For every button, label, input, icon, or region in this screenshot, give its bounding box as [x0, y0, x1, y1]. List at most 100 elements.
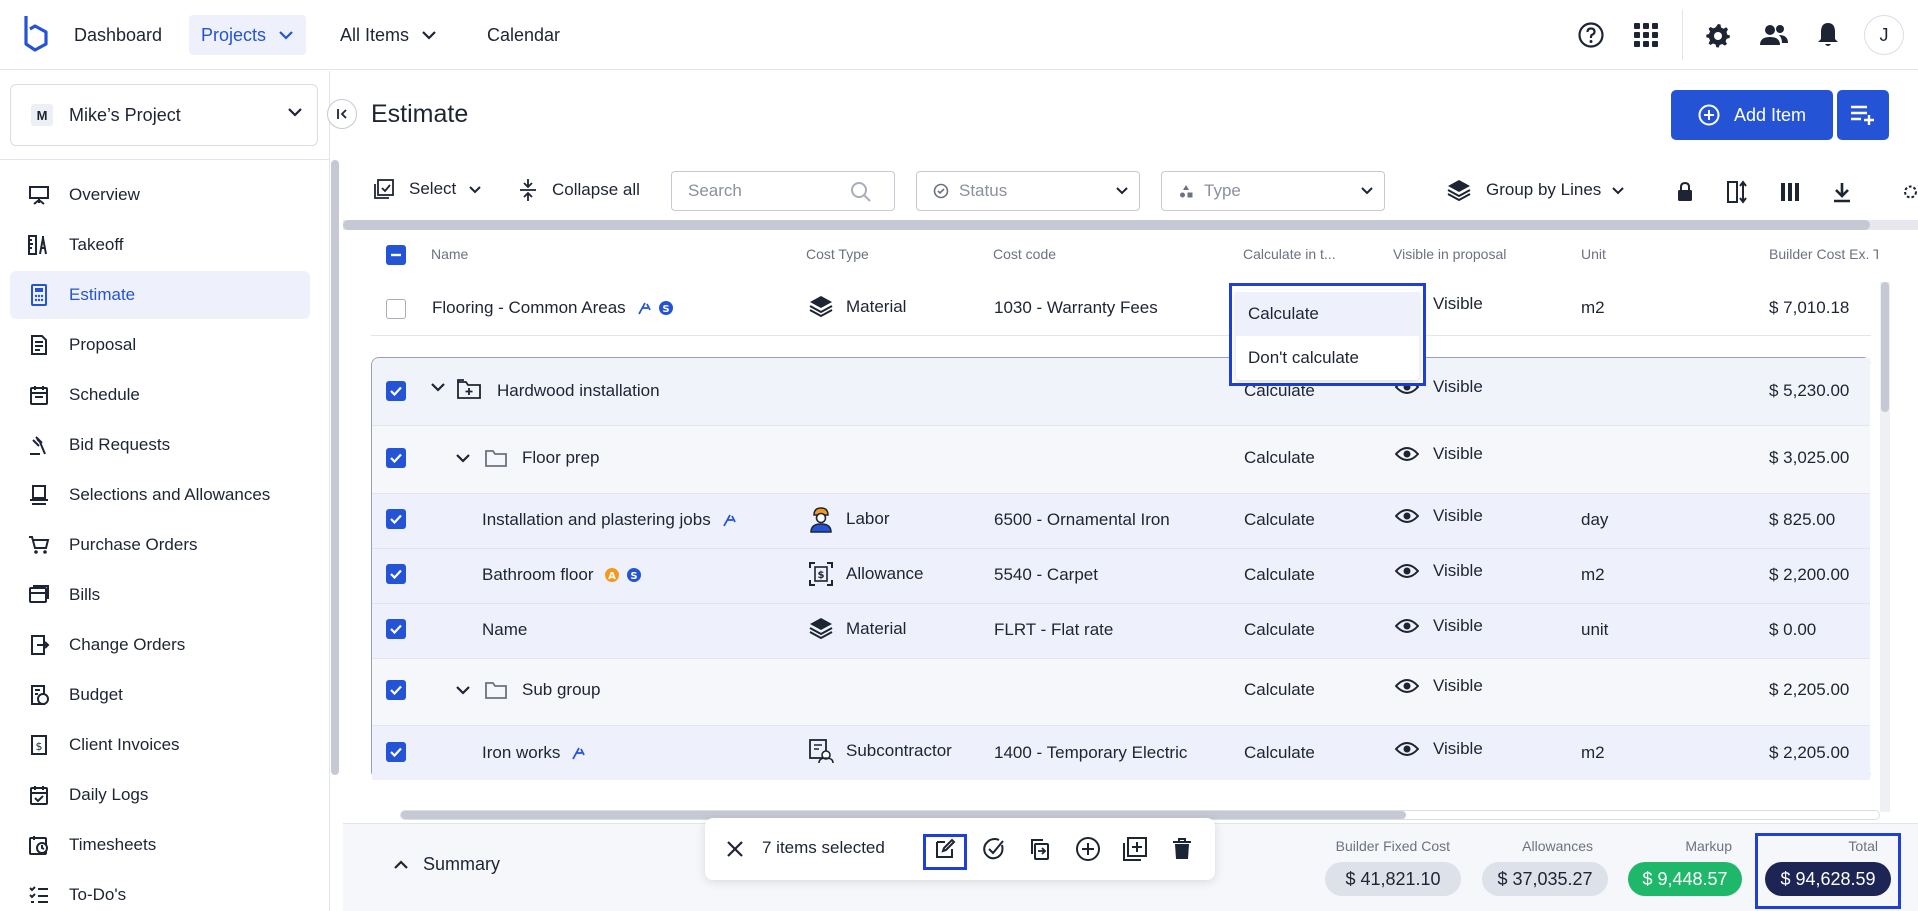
sidebar-item-todos[interactable]: To-Do's [10, 871, 310, 911]
column-header-cost-code[interactable]: Cost code [993, 246, 1056, 262]
sidebar-divider [0, 159, 330, 160]
row-checkbox[interactable] [386, 742, 406, 762]
row-checkbox[interactable] [386, 299, 406, 319]
row-calculate[interactable]: Calculate [1244, 743, 1315, 763]
gear-icon[interactable] [1701, 18, 1735, 52]
scroll-thumb[interactable] [343, 220, 1870, 230]
row-checkbox[interactable] [386, 564, 406, 584]
column-header-unit[interactable]: Unit [1581, 246, 1606, 262]
row-calculate[interactable]: Calculate [1244, 680, 1315, 700]
nav-all-items[interactable]: All Items [328, 15, 449, 55]
takeoff-link-icon[interactable] [636, 300, 652, 316]
search-input[interactable]: Search [671, 171, 895, 211]
takeoff-link-icon[interactable] [570, 745, 586, 761]
scroll-thumb[interactable] [1881, 282, 1889, 412]
add-item-button[interactable]: Add Item [1671, 90, 1833, 140]
status-filter[interactable]: Status [916, 171, 1140, 211]
sidebar-item-client-invoices[interactable]: $ Client Invoices [10, 721, 310, 769]
row-calculate[interactable]: Calculate [1244, 565, 1315, 585]
row-calculate[interactable]: Calculate [1244, 620, 1315, 640]
row-checkbox[interactable] [386, 680, 406, 700]
collapse-sidebar-button[interactable] [327, 99, 357, 129]
row-visible[interactable]: Visible [1395, 676, 1483, 696]
presentation-board-icon [28, 184, 50, 206]
sidebar-item-overview[interactable]: Overview [10, 171, 310, 219]
row-visible[interactable]: Visible [1395, 444, 1483, 464]
summary-toggle[interactable]: Summary [393, 854, 500, 875]
row-visible-text: Visible [1433, 506, 1483, 525]
nav-projects[interactable]: Projects [189, 15, 307, 55]
horizontal-scrollbar-top[interactable] [343, 220, 1918, 230]
sidebar-item-label: Schedule [69, 385, 140, 404]
edit-icon[interactable] [930, 834, 960, 864]
row-checkbox[interactable] [386, 448, 406, 468]
column-resize-icon[interactable] [1723, 177, 1753, 207]
sidebar-item-purchase-orders[interactable]: Purchase Orders [10, 521, 310, 569]
duplicate-icon[interactable] [1025, 834, 1055, 864]
expand-chevron-icon[interactable] [455, 453, 471, 463]
lock-icon[interactable] [1670, 177, 1700, 207]
add-to-group-icon[interactable] [1120, 834, 1150, 864]
collapse-all-label: Collapse all [552, 180, 640, 199]
trash-icon[interactable] [1167, 834, 1197, 864]
sidebar-item-proposal[interactable]: Proposal [10, 321, 310, 369]
column-header-name[interactable]: Name [431, 246, 468, 262]
sidebar-item-estimate[interactable]: Estimate [10, 271, 310, 319]
app-logo-icon[interactable] [20, 14, 50, 54]
close-icon[interactable] [720, 834, 750, 864]
user-avatar[interactable]: J [1864, 15, 1904, 55]
page-title: Estimate [371, 100, 469, 128]
sidebar-item-budget[interactable]: Budget [10, 671, 310, 719]
check-circle-icon[interactable] [979, 834, 1009, 864]
add-list-button[interactable] [1837, 90, 1889, 140]
sidebar-item-bid-requests[interactable]: Bid Requests [10, 421, 310, 469]
select-menu[interactable]: Select [373, 178, 482, 200]
row-visible[interactable]: Visible [1395, 561, 1483, 581]
list-add-icon [1851, 105, 1874, 125]
row-checkbox[interactable] [386, 381, 406, 401]
column-header-calculate[interactable]: Calculate in t... [1243, 246, 1336, 262]
option-calculate[interactable]: Calculate [1236, 292, 1419, 336]
row-visible[interactable]: Visible [1395, 506, 1483, 526]
sidebar-scrollbar[interactable] [331, 160, 339, 775]
columns-icon[interactable] [1775, 177, 1805, 207]
row-cost-type-text: Material [846, 619, 907, 638]
help-icon[interactable] [1574, 18, 1608, 52]
sidebar-item-daily-logs[interactable]: Daily Logs [10, 771, 310, 819]
row-calculate[interactable]: Calculate [1244, 448, 1315, 468]
option-dont-calculate[interactable]: Don't calculate [1236, 336, 1419, 380]
select-all-checkbox[interactable] [386, 245, 406, 265]
column-header-visible[interactable]: Visible in proposal [1393, 246, 1506, 262]
expand-chevron-icon[interactable] [455, 685, 471, 695]
sidebar-item-selections[interactable]: Selections and Allowances [10, 471, 310, 519]
team-users-icon[interactable] [1757, 18, 1791, 52]
row-visible[interactable]: Visible [1395, 616, 1483, 636]
add-circle-icon[interactable] [1073, 834, 1103, 864]
row-calculate[interactable]: Calculate [1244, 510, 1315, 530]
download-icon[interactable] [1827, 177, 1857, 207]
nav-dashboard[interactable]: Dashboard [62, 15, 174, 55]
sidebar-item-timesheets[interactable]: Timesheets [10, 821, 310, 869]
bell-icon[interactable] [1811, 18, 1845, 52]
takeoff-link-icon[interactable] [721, 512, 737, 528]
sidebar-item-schedule[interactable]: Schedule [10, 371, 310, 419]
nav-calendar[interactable]: Calendar [475, 15, 572, 55]
expand-chevron-icon[interactable] [430, 382, 446, 392]
sidebar-item-takeoff[interactable]: Takeoff [10, 221, 310, 269]
sidebar-item-change-orders[interactable]: Change Orders [10, 621, 310, 669]
type-filter[interactable]: Type [1161, 171, 1385, 211]
collapse-all-button[interactable]: Collapse all [518, 178, 640, 202]
group-by-menu[interactable]: Group by Lines [1446, 178, 1625, 202]
row-checkbox[interactable] [386, 509, 406, 529]
row-visible[interactable]: Visible [1395, 739, 1483, 759]
project-selector[interactable]: M Mike’s Project [10, 84, 318, 146]
row-checkbox[interactable] [386, 619, 406, 639]
settings-icon[interactable] [1903, 177, 1918, 207]
column-header-cost-type[interactable]: Cost Type [806, 246, 869, 262]
vertical-scrollbar[interactable] [1880, 282, 1890, 812]
table-row[interactable] [372, 603, 1870, 658]
row-cost-code: 5540 - Carpet [994, 565, 1098, 584]
apps-grid-icon[interactable] [1629, 18, 1663, 52]
column-header-builder-cost[interactable]: Builder Cost Ex. Ta [1769, 246, 1878, 262]
sidebar-item-bills[interactable]: Bills [10, 571, 310, 619]
